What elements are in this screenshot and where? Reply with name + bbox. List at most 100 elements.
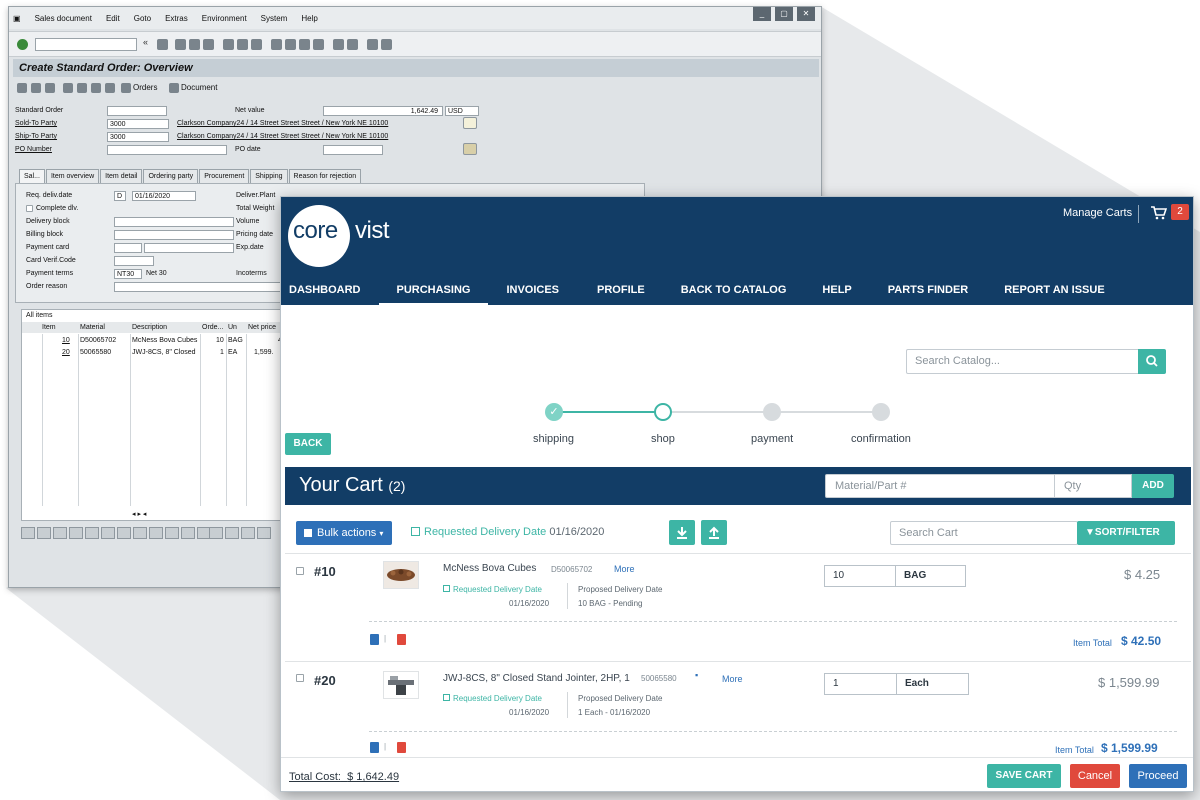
grid-scroll-arrows[interactable]: ◂ ▸ ◂ (132, 510, 146, 518)
change-icon[interactable] (77, 83, 87, 93)
search-catalog-input[interactable]: Search Catalog... (906, 349, 1139, 374)
quick-qty-input[interactable]: Qty (1054, 474, 1132, 498)
manage-carts-link[interactable]: Manage Carts (1063, 207, 1132, 219)
copy-icon[interactable] (370, 634, 379, 645)
item-icon[interactable] (17, 83, 27, 93)
nav-parts-finder[interactable]: PARTS FINDER (888, 279, 1004, 305)
sap-menu-extras[interactable]: Extras (165, 14, 188, 23)
item-10-description[interactable]: McNess Bova Cubes (443, 563, 536, 574)
grid-button[interactable] (241, 527, 255, 539)
grid-header-net-price[interactable]: Net price (248, 324, 276, 331)
shortcut-icon[interactable] (347, 39, 358, 50)
item-10-uom[interactable]: BAG (895, 565, 966, 587)
grid-row-1-item[interactable]: 10 (62, 337, 70, 344)
grid-button[interactable] (101, 527, 115, 539)
cancel-icon[interactable] (203, 39, 214, 50)
save-icon[interactable] (157, 39, 168, 50)
tab-item-overview[interactable]: Item overview (45, 169, 100, 183)
grid-row-2-price[interactable]: 1,599. (254, 349, 273, 356)
order-reason-select[interactable] (114, 282, 284, 292)
layout-icon[interactable] (381, 39, 392, 50)
tab-procurement[interactable]: Procurement (199, 169, 250, 183)
partner-icon[interactable] (45, 83, 55, 93)
standard-order-field[interactable] (107, 106, 167, 116)
back-icon[interactable] (175, 39, 186, 50)
nav-purchasing[interactable]: PURCHASING (378, 279, 489, 305)
next-page-icon[interactable] (299, 39, 310, 50)
grid-row-2-item[interactable]: 20 (62, 349, 70, 356)
save-cart-button[interactable]: SAVE CART (987, 764, 1061, 788)
item-10-rdd-label[interactable]: Requested Delivery Date (443, 585, 542, 594)
pricing-icon[interactable] (105, 83, 115, 93)
orders-button[interactable]: Orders (133, 83, 157, 92)
grid-button[interactable] (53, 527, 67, 539)
status-icon[interactable] (91, 83, 101, 93)
command-field[interactable] (35, 38, 137, 51)
cancel-button[interactable]: Cancel (1070, 764, 1120, 788)
ship-to-field[interactable]: 3000 (107, 132, 169, 142)
item-20-image[interactable] (383, 671, 419, 699)
item-20-more-link[interactable]: More (722, 674, 743, 684)
tab-sales[interactable]: Sal... (19, 169, 45, 183)
grid-row-2-description[interactable]: JWJ-8CS, 8" Closed (132, 349, 196, 356)
grid-button[interactable] (133, 527, 147, 539)
chevron-left-icon[interactable]: « (143, 37, 154, 48)
item-20-uom[interactable]: Each (896, 673, 969, 695)
sap-menu-system[interactable]: System (261, 14, 288, 23)
card-verif-field[interactable] (114, 256, 154, 266)
nav-back-to-catalog[interactable]: BACK TO CATALOG (681, 279, 823, 305)
enter-icon[interactable] (17, 39, 28, 50)
delivery-block-select[interactable] (114, 217, 234, 227)
item-10-checkbox[interactable] (296, 567, 304, 575)
grid-row-2-material[interactable]: 50065580 (80, 349, 111, 356)
payment-card-field[interactable] (144, 243, 234, 253)
tab-ordering-party[interactable]: Ordering party (143, 169, 199, 183)
search-cart-input[interactable]: Search Cart (890, 521, 1078, 545)
grid-button[interactable] (209, 527, 223, 539)
document-icon[interactable] (169, 83, 179, 93)
grid-row-1-material[interactable]: D50065702 (80, 337, 116, 344)
back-button[interactable]: BACK (285, 433, 331, 455)
upload-button[interactable] (701, 520, 727, 545)
sap-menu-environment[interactable]: Environment (202, 14, 247, 23)
grid-button[interactable] (69, 527, 83, 539)
sap-menu-goto[interactable]: Goto (134, 14, 151, 23)
comment-icon[interactable]: ▪ (695, 670, 698, 680)
grid-row-1-unit[interactable]: BAG (228, 337, 243, 344)
material-part-input[interactable]: Material/Part # (825, 474, 1055, 498)
grid-header-description[interactable]: Description (132, 324, 167, 331)
grid-button[interactable] (225, 527, 239, 539)
find-icon[interactable] (237, 39, 248, 50)
grid-row-2-qty[interactable]: 1 (220, 349, 224, 356)
item-10-more-link[interactable]: More (614, 564, 635, 574)
orders-icon[interactable] (121, 83, 131, 93)
sap-menu-sales-document[interactable]: Sales document (35, 14, 92, 23)
po-number-field[interactable] (107, 145, 227, 155)
header-icon[interactable] (31, 83, 41, 93)
document-button[interactable]: Document (181, 83, 217, 92)
tab-reason-for-rejection[interactable]: Reason for rejection (288, 169, 362, 183)
grid-button[interactable] (117, 527, 131, 539)
last-page-icon[interactable] (313, 39, 324, 50)
nav-dashboard[interactable]: DASHBOARD (281, 279, 379, 305)
tab-item-detail[interactable]: Item detail (100, 169, 143, 183)
sort-filter-button[interactable]: ▼SORT/FILTER (1077, 521, 1175, 545)
grid-row-1-description[interactable]: McNess Bova Cubes (132, 337, 197, 344)
trash-icon[interactable] (397, 742, 406, 753)
grid-button[interactable] (21, 527, 35, 539)
grid-button[interactable] (149, 527, 163, 539)
first-page-icon[interactable] (271, 39, 282, 50)
item-20-checkbox[interactable] (296, 674, 304, 682)
proceed-button[interactable]: Proceed (1129, 764, 1187, 788)
grid-button[interactable] (257, 527, 271, 539)
copy-icon[interactable] (370, 742, 379, 753)
search-button[interactable] (1138, 349, 1166, 374)
exit-icon[interactable] (189, 39, 200, 50)
sold-to-field[interactable]: 3000 (107, 119, 169, 129)
nav-profile[interactable]: PROFILE (597, 279, 681, 305)
nav-report-an-issue[interactable]: REPORT AN ISSUE (1004, 279, 1122, 305)
grid-header-order-qty[interactable]: Orde... (202, 324, 223, 331)
grid-header-unit[interactable]: Un (228, 324, 237, 331)
grid-button[interactable] (181, 527, 195, 539)
nav-help[interactable]: HELP (822, 279, 887, 305)
